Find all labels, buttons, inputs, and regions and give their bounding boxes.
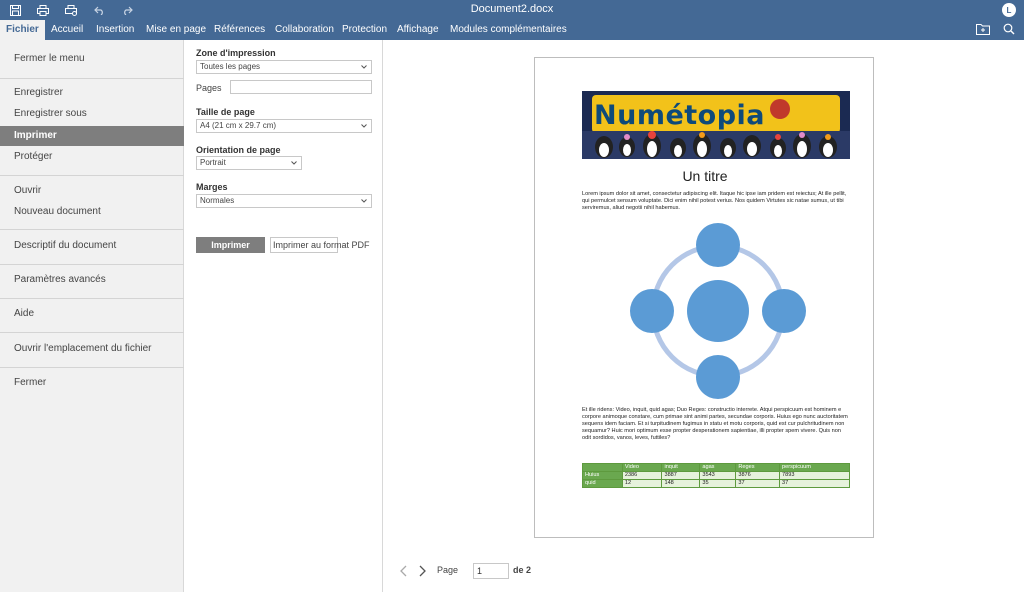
print-button[interactable]: Imprimer bbox=[196, 237, 265, 253]
menu-item-proteger[interactable]: Protéger bbox=[0, 147, 184, 167]
menu-item-parametres-avances[interactable]: Paramètres avancés bbox=[0, 270, 184, 290]
page-total: de 2 bbox=[513, 565, 532, 575]
table-row-header: quid bbox=[582, 479, 623, 488]
margins-value: Normales bbox=[200, 196, 235, 205]
table-cell: 148 bbox=[661, 479, 701, 488]
menu-divider bbox=[0, 332, 184, 333]
document-heading: Un titre bbox=[682, 168, 728, 184]
smartart-diagram bbox=[630, 223, 806, 399]
diagram-right-circle bbox=[762, 289, 806, 333]
menu-item-descriptif-du-document[interactable]: Descriptif du document bbox=[0, 236, 184, 256]
print-zone-label: Zone d'impression bbox=[196, 48, 276, 58]
tab-affichage[interactable]: Affichage bbox=[391, 20, 445, 40]
menu-item-fermer[interactable]: Fermer bbox=[0, 373, 184, 393]
title-bar: Document2.docx L bbox=[0, 0, 1024, 20]
page-label: Page bbox=[437, 565, 459, 575]
banner-text: Numétopia bbox=[594, 100, 766, 131]
tab-references[interactable]: Références bbox=[208, 20, 271, 40]
tab-fichier[interactable]: Fichier bbox=[0, 20, 45, 40]
table-cell: 3543 bbox=[699, 471, 737, 480]
search-icon[interactable] bbox=[1003, 23, 1017, 37]
menu-divider bbox=[0, 229, 184, 230]
menu-item-aide[interactable]: Aide bbox=[0, 304, 184, 324]
menu-item-ouvrir-emplacement[interactable]: Ouvrir l'emplacement du fichier bbox=[0, 339, 184, 359]
user-avatar[interactable]: L bbox=[1002, 3, 1016, 17]
menu-divider bbox=[0, 264, 184, 265]
document-table: Video inquit agas Reges perspicuum Huius… bbox=[582, 463, 851, 488]
menu-item-ouvrir[interactable]: Ouvrir bbox=[0, 181, 184, 201]
document-paragraph-2: Et ille ridens: Video, inquit, quid agas… bbox=[582, 407, 848, 441]
table-header-cell: inquit bbox=[661, 463, 701, 472]
print-settings-panel: Zone d'impression Toutes les pages Pages… bbox=[185, 40, 383, 592]
page-size-label: Taille de page bbox=[196, 107, 255, 117]
print-preview: Numétopia Un titre Lorem ipsum dolor sit… bbox=[384, 40, 1024, 592]
diagram-top-circle bbox=[696, 223, 740, 267]
document-paragraph-1: Lorem ipsum dolor sit amet, consectetur … bbox=[582, 191, 847, 211]
menu-item-imprimer[interactable]: Imprimer bbox=[0, 126, 184, 146]
next-page-icon[interactable] bbox=[417, 564, 429, 578]
menu-item-enregistrer-sous[interactable]: Enregistrer sous bbox=[0, 104, 184, 124]
tab-accueil[interactable]: Accueil bbox=[45, 20, 89, 40]
table-cell: 7893 bbox=[778, 471, 851, 480]
print-zone-select[interactable]: Toutes les pages bbox=[196, 60, 372, 74]
table-cell: 37 bbox=[778, 479, 851, 488]
diagram-bottom-circle bbox=[696, 355, 740, 399]
margins-label: Marges bbox=[196, 182, 228, 192]
table-row: Huius 2386 3887 3543 3876 7893 bbox=[582, 471, 851, 480]
orientation-label: Orientation de page bbox=[196, 145, 281, 155]
menu-divider bbox=[0, 78, 184, 79]
chevron-down-icon bbox=[361, 65, 367, 69]
previous-page-icon[interactable] bbox=[399, 564, 411, 578]
menu-divider bbox=[0, 175, 184, 176]
print-zone-value: Toutes les pages bbox=[200, 62, 261, 71]
table-cell: 35 bbox=[699, 479, 737, 488]
table-cell: 12 bbox=[621, 479, 663, 488]
menu-divider bbox=[0, 367, 184, 368]
table-cell: 3887 bbox=[661, 471, 701, 480]
orientation-select[interactable]: Portrait bbox=[196, 156, 302, 170]
table-cell: 2386 bbox=[621, 471, 663, 480]
pages-label: Pages bbox=[196, 83, 222, 93]
banner-image: Numétopia bbox=[582, 91, 850, 159]
table-header-cell: agas bbox=[699, 463, 737, 472]
tab-protection[interactable]: Protection bbox=[336, 20, 393, 40]
open-folder-icon[interactable] bbox=[976, 23, 990, 37]
print-pdf-button[interactable]: Imprimer au format PDF bbox=[270, 237, 370, 253]
menu-item-fermer-le-menu[interactable]: Fermer le menu bbox=[0, 49, 184, 69]
chevron-down-icon bbox=[361, 124, 367, 128]
orientation-value: Portrait bbox=[200, 158, 226, 167]
table-row-header: Huius bbox=[582, 471, 623, 480]
table-header-cell: Reges bbox=[735, 463, 780, 472]
menu-divider bbox=[0, 298, 184, 299]
table-header-cell bbox=[582, 463, 623, 472]
page-size-select[interactable]: A4 (21 cm x 29.7 cm) bbox=[196, 119, 372, 133]
tab-modules-complementaires[interactable]: Modules complémentaires bbox=[444, 20, 573, 40]
table-cell: 3876 bbox=[735, 471, 780, 480]
table-header-cell: Video bbox=[621, 463, 663, 472]
menu-item-enregistrer[interactable]: Enregistrer bbox=[0, 83, 184, 103]
page-number-input[interactable]: 1 bbox=[473, 563, 509, 579]
pages-input[interactable] bbox=[230, 80, 372, 94]
diagram-left-circle bbox=[630, 289, 674, 333]
table-header-row: Video inquit agas Reges perspicuum bbox=[582, 463, 851, 472]
menu-tabs: Fichier Accueil Insertion Mise en page R… bbox=[0, 20, 1024, 40]
tab-collaboration[interactable]: Collaboration bbox=[269, 20, 340, 40]
page-size-value: A4 (21 cm x 29.7 cm) bbox=[200, 121, 277, 130]
chevron-down-icon bbox=[361, 199, 367, 203]
tab-mise-en-page[interactable]: Mise en page bbox=[140, 20, 212, 40]
menu-item-nouveau-document[interactable]: Nouveau document bbox=[0, 202, 184, 222]
table-header-cell: perspicuum bbox=[778, 463, 851, 472]
tab-insertion[interactable]: Insertion bbox=[90, 20, 140, 40]
chevron-down-icon bbox=[291, 161, 297, 165]
table-row: quid 12 148 35 37 37 bbox=[582, 479, 851, 488]
diagram-center-circle bbox=[687, 280, 749, 342]
table-cell: 37 bbox=[735, 479, 780, 488]
document-title: Document2.docx bbox=[470, 3, 554, 15]
file-menu: Fermer le menu Enregistrer Enregistrer s… bbox=[0, 40, 184, 592]
preview-page: Numétopia Un titre Lorem ipsum dolor sit… bbox=[534, 57, 874, 538]
margins-select[interactable]: Normales bbox=[196, 194, 372, 208]
